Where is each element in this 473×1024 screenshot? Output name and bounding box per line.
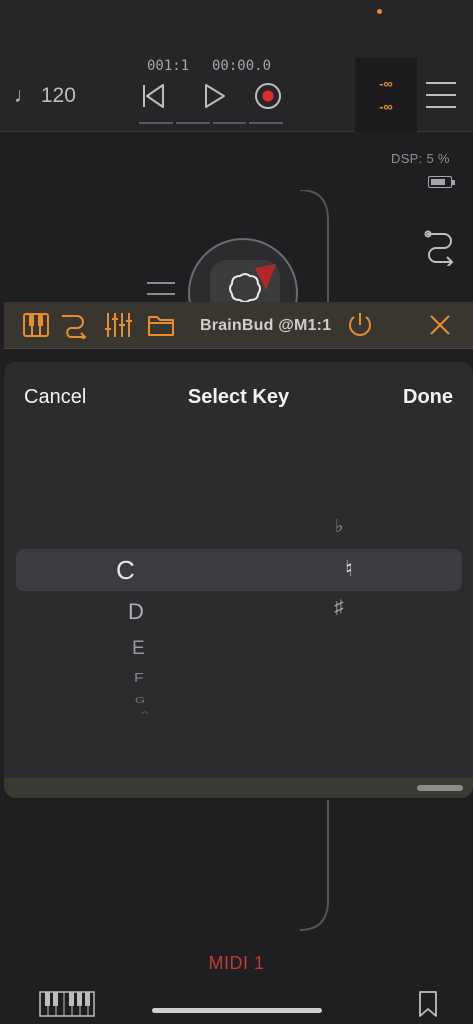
- meter-right-value: -∞: [379, 99, 393, 114]
- level-meter[interactable]: -∞ -∞: [355, 58, 417, 132]
- tempo-display[interactable]: ♩ 120: [14, 84, 76, 108]
- plugin-toolbar: BrainBud @M1:1: [4, 302, 473, 349]
- note-option[interactable]: F: [134, 672, 144, 686]
- presets-button[interactable]: [147, 311, 175, 339]
- transport-bar: ♩ 120 001:1 00:00.0 -∞ -∞: [0, 0, 473, 132]
- keyboard-toggle-icon[interactable]: [39, 991, 95, 1017]
- graph-connector-bottom: [300, 800, 329, 931]
- note-option[interactable]: E: [132, 638, 145, 660]
- keyboard-icon: [23, 313, 49, 337]
- dsp-value: 5 %: [426, 151, 450, 166]
- note-option[interactable]: D: [128, 599, 144, 625]
- record-button[interactable]: [250, 78, 286, 114]
- mixer-button[interactable]: [104, 311, 132, 339]
- menu-button[interactable]: [426, 82, 456, 110]
- accidental-option[interactable]: ♮: [345, 556, 353, 582]
- skip-back-icon: [143, 84, 164, 108]
- power-button[interactable]: [346, 311, 374, 339]
- folder-icon: [148, 316, 174, 336]
- home-indicator[interactable]: [152, 1008, 322, 1013]
- plugin-title: BrainBud @M1:1: [200, 317, 332, 334]
- meter-left-value: -∞: [379, 76, 393, 91]
- sheet-footer: [4, 778, 473, 798]
- record-icon: [255, 83, 281, 109]
- resize-handle[interactable]: [417, 785, 463, 791]
- keyboard-button[interactable]: [22, 311, 50, 339]
- rewind-button[interactable]: [135, 78, 171, 114]
- dsp-label: DSP:: [391, 151, 423, 166]
- accidental-option[interactable]: ♭: [335, 516, 344, 537]
- close-button[interactable]: [426, 311, 454, 339]
- done-button[interactable]: Done: [403, 386, 453, 409]
- dsp-readout: DSP: 5 %: [391, 151, 450, 166]
- note-option[interactable]: C: [116, 555, 135, 586]
- routing-button[interactable]: [424, 228, 456, 271]
- key-picker-sheet: Cancel Select Key Done C D E F G A ♭ ♮ ♯: [4, 362, 473, 798]
- graph-connector: [300, 190, 329, 310]
- note-option[interactable]: G: [135, 696, 145, 705]
- routing-icon: [424, 230, 454, 268]
- power-icon: [349, 313, 371, 336]
- bar-position: 001:1: [147, 58, 190, 74]
- play-icon: [205, 84, 225, 108]
- selection-highlight: [16, 549, 462, 591]
- routing-icon: [62, 315, 87, 342]
- graph-node-lines: [147, 282, 175, 304]
- plugin-routing-button[interactable]: [60, 311, 88, 342]
- note-option[interactable]: A: [141, 711, 148, 716]
- play-button[interactable]: [196, 78, 232, 114]
- time-display: 00:00.0: [212, 58, 272, 74]
- midi-channel-label[interactable]: MIDI 1: [0, 953, 473, 974]
- sliders-icon: [105, 313, 132, 337]
- battery-icon: [428, 176, 455, 188]
- transport-underline: [139, 122, 283, 124]
- close-icon: [430, 315, 450, 335]
- status-dot: [377, 9, 382, 14]
- accidental-option[interactable]: ♯: [334, 597, 344, 619]
- bookmark-icon[interactable]: [418, 991, 438, 1017]
